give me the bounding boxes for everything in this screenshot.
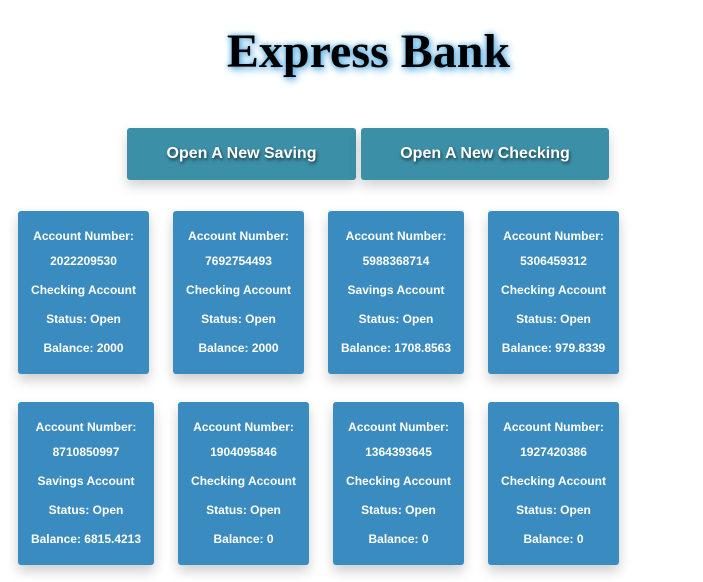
account-card[interactable]: Account Number: 1927420386 Checking Acco…: [488, 402, 619, 565]
account-card[interactable]: Account Number: 5306459312 Checking Acco…: [488, 211, 619, 374]
account-card[interactable]: Account Number: 7692754493 Checking Acco…: [173, 211, 304, 374]
account-balance: Balance: 979.8339: [501, 341, 606, 355]
account-balance: Balance: 6815.4213: [30, 532, 142, 546]
account-type: Checking Account: [346, 474, 451, 488]
account-number-label: Account Number:: [188, 229, 289, 243]
account-card[interactable]: Account Number: 1364393645 Checking Acco…: [333, 402, 464, 565]
account-number: 1904095846: [210, 445, 277, 459]
open-new-checking-button[interactable]: Open A New Checking: [361, 128, 609, 180]
account-type: Checking Account: [501, 283, 606, 297]
account-number: 2022209530: [50, 254, 117, 268]
account-type: Checking Account: [31, 283, 136, 297]
account-number-label: Account Number:: [345, 229, 447, 243]
account-number-label: Account Number:: [503, 420, 604, 434]
account-number-label: Account Number:: [193, 420, 294, 434]
account-card[interactable]: Account Number: 1904095846 Checking Acco…: [178, 402, 309, 565]
account-card[interactable]: Account Number: 5988368714 Savings Accou…: [328, 211, 464, 374]
account-type: Savings Account: [37, 474, 135, 488]
account-number: 1364393645: [365, 445, 432, 459]
account-status: Status: Open: [516, 312, 591, 326]
account-card[interactable]: Account Number: 2022209530 Checking Acco…: [18, 211, 149, 374]
account-type: Checking Account: [501, 474, 606, 488]
account-number: 1927420386: [520, 445, 587, 459]
account-status: Status: Open: [516, 503, 591, 517]
account-status: Status: Open: [361, 503, 436, 517]
account-status: Status: Open: [206, 503, 281, 517]
account-number: 7692754493: [205, 254, 272, 268]
account-balance: Balance: 1708.8563: [340, 341, 452, 355]
account-number-label: Account Number:: [35, 420, 137, 434]
account-type: Checking Account: [191, 474, 296, 488]
account-status: Status: Open: [48, 503, 124, 517]
account-type: Checking Account: [186, 283, 291, 297]
account-balance: Balance: 0: [368, 532, 429, 546]
account-number-label: Account Number:: [503, 229, 604, 243]
account-number-label: Account Number:: [348, 420, 449, 434]
account-type: Savings Account: [347, 283, 445, 297]
account-number: 8710850997: [52, 445, 120, 459]
account-balance: Balance: 0: [213, 532, 274, 546]
account-balance: Balance: 0: [523, 532, 584, 546]
account-balance: Balance: 2000: [43, 341, 124, 355]
account-number: 5988368714: [362, 254, 430, 268]
account-card[interactable]: Account Number: 8710850997 Savings Accou…: [18, 402, 154, 565]
account-status: Status: Open: [358, 312, 434, 326]
account-status: Status: Open: [201, 312, 276, 326]
account-status: Status: Open: [46, 312, 121, 326]
account-balance: Balance: 2000: [198, 341, 279, 355]
account-number: 5306459312: [520, 254, 587, 268]
page-title: Express Bank: [226, 25, 511, 78]
account-number-label: Account Number:: [33, 229, 134, 243]
open-new-saving-button[interactable]: Open A New Saving: [127, 128, 356, 180]
